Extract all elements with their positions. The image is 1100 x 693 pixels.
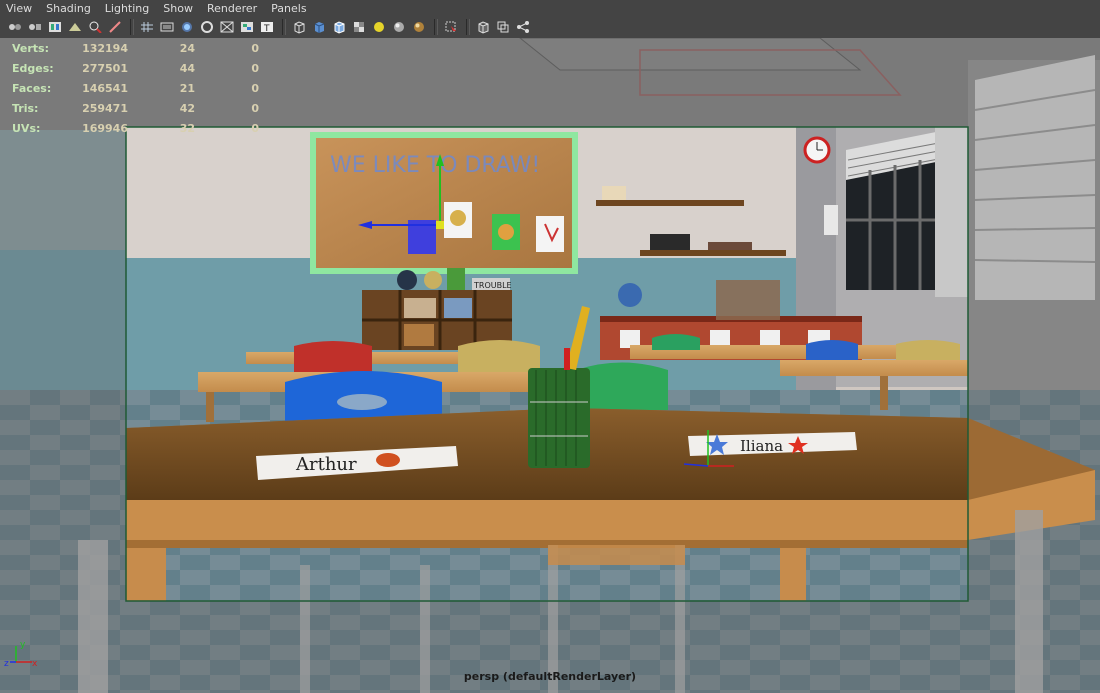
hud-value: 0 bbox=[251, 61, 259, 75]
xray-components-icon[interactable] bbox=[514, 19, 531, 35]
hud-value: 42 bbox=[179, 101, 195, 115]
xray-icon[interactable] bbox=[474, 19, 491, 35]
hud-value: 32 bbox=[179, 121, 195, 135]
toolbar-separator bbox=[130, 19, 134, 35]
hud-label: Tris: bbox=[12, 101, 39, 115]
camera-attributes-icon[interactable] bbox=[26, 19, 43, 35]
hud-row-tris: Tris: 259471 42 0 bbox=[12, 98, 259, 118]
menu-bar: View Shading Lighting Show Renderer Pane… bbox=[0, 0, 1100, 16]
wireframe-on-shaded-icon[interactable] bbox=[330, 19, 347, 35]
select-camera-icon[interactable] bbox=[6, 19, 23, 35]
grid-icon[interactable] bbox=[138, 19, 155, 35]
hud-row-uvs: UVs: 169946 32 0 bbox=[12, 118, 259, 138]
menu-panels[interactable]: Panels bbox=[264, 2, 313, 15]
axis-z-label: z bbox=[4, 659, 9, 669]
two-d-pan-zoom-icon[interactable] bbox=[86, 19, 103, 35]
film-gate-icon[interactable] bbox=[158, 19, 175, 35]
ambient-occlusion-icon[interactable] bbox=[410, 19, 427, 35]
use-all-lights-icon[interactable] bbox=[370, 19, 387, 35]
panel-toolbar: T bbox=[0, 16, 1100, 38]
hud-row-verts: Verts: 132194 24 0 bbox=[12, 38, 259, 58]
gate-mask-icon[interactable] bbox=[198, 19, 215, 35]
hud-value: 259471 bbox=[82, 101, 128, 115]
textured-icon[interactable] bbox=[350, 19, 367, 35]
hud-value: 169946 bbox=[82, 121, 128, 135]
menu-lighting[interactable]: Lighting bbox=[98, 2, 156, 15]
hud-value: 132194 bbox=[82, 41, 128, 55]
safe-title-icon[interactable]: T bbox=[258, 19, 275, 35]
menu-renderer[interactable]: Renderer bbox=[200, 2, 264, 15]
isolate-select-icon[interactable] bbox=[442, 19, 459, 35]
hud-label: Faces: bbox=[12, 81, 52, 95]
safe-action-icon[interactable] bbox=[238, 19, 255, 35]
hud-row-edges: Edges: 277501 44 0 bbox=[12, 58, 259, 78]
hud-row-faces: Faces: 146541 21 0 bbox=[12, 78, 259, 98]
hud-value: 0 bbox=[251, 41, 259, 55]
wireframe-icon[interactable] bbox=[290, 19, 307, 35]
name-card-arthur: Arthur bbox=[295, 454, 357, 475]
toolbar-separator bbox=[434, 19, 438, 35]
name-card-iliana: Iliana bbox=[740, 437, 783, 455]
axis-x-label: x bbox=[32, 659, 38, 669]
poly-count-hud: Verts: 132194 24 0 Edges: 277501 44 0 Fa… bbox=[12, 38, 259, 138]
hud-value: 24 bbox=[179, 41, 195, 55]
hud-value: 21 bbox=[179, 81, 195, 95]
grease-pencil-icon[interactable] bbox=[106, 19, 123, 35]
field-chart-icon[interactable] bbox=[218, 19, 235, 35]
board-title: WE LIKE TO DRAW! bbox=[330, 153, 540, 178]
hud-value: 0 bbox=[251, 121, 259, 135]
trouble-game-label: TROUBLE bbox=[473, 281, 512, 290]
menu-view[interactable]: View bbox=[0, 2, 39, 15]
smooth-shade-icon[interactable] bbox=[310, 19, 327, 35]
hud-label: Edges: bbox=[12, 61, 54, 75]
toolbar-separator bbox=[466, 19, 470, 35]
image-plane-icon[interactable] bbox=[66, 19, 83, 35]
camera-label: persp (defaultRenderLayer) bbox=[463, 670, 637, 683]
hud-value: 0 bbox=[251, 81, 259, 95]
svg-text:T: T bbox=[263, 24, 270, 33]
menu-shading[interactable]: Shading bbox=[39, 2, 98, 15]
hud-value: 44 bbox=[179, 61, 195, 75]
hud-value: 0 bbox=[251, 101, 259, 115]
menu-show[interactable]: Show bbox=[156, 2, 200, 15]
xray-joints-icon[interactable] bbox=[494, 19, 511, 35]
hud-label: UVs: bbox=[12, 121, 41, 135]
hud-value: 146541 bbox=[82, 81, 128, 95]
axis-y-label: y bbox=[20, 640, 26, 650]
resolution-gate-icon[interactable] bbox=[178, 19, 195, 35]
shadows-icon[interactable] bbox=[390, 19, 407, 35]
toolbar-separator bbox=[282, 19, 286, 35]
hud-label: Verts: bbox=[12, 41, 50, 55]
bookmarks-icon[interactable] bbox=[46, 19, 63, 35]
hud-value: 277501 bbox=[82, 61, 128, 75]
